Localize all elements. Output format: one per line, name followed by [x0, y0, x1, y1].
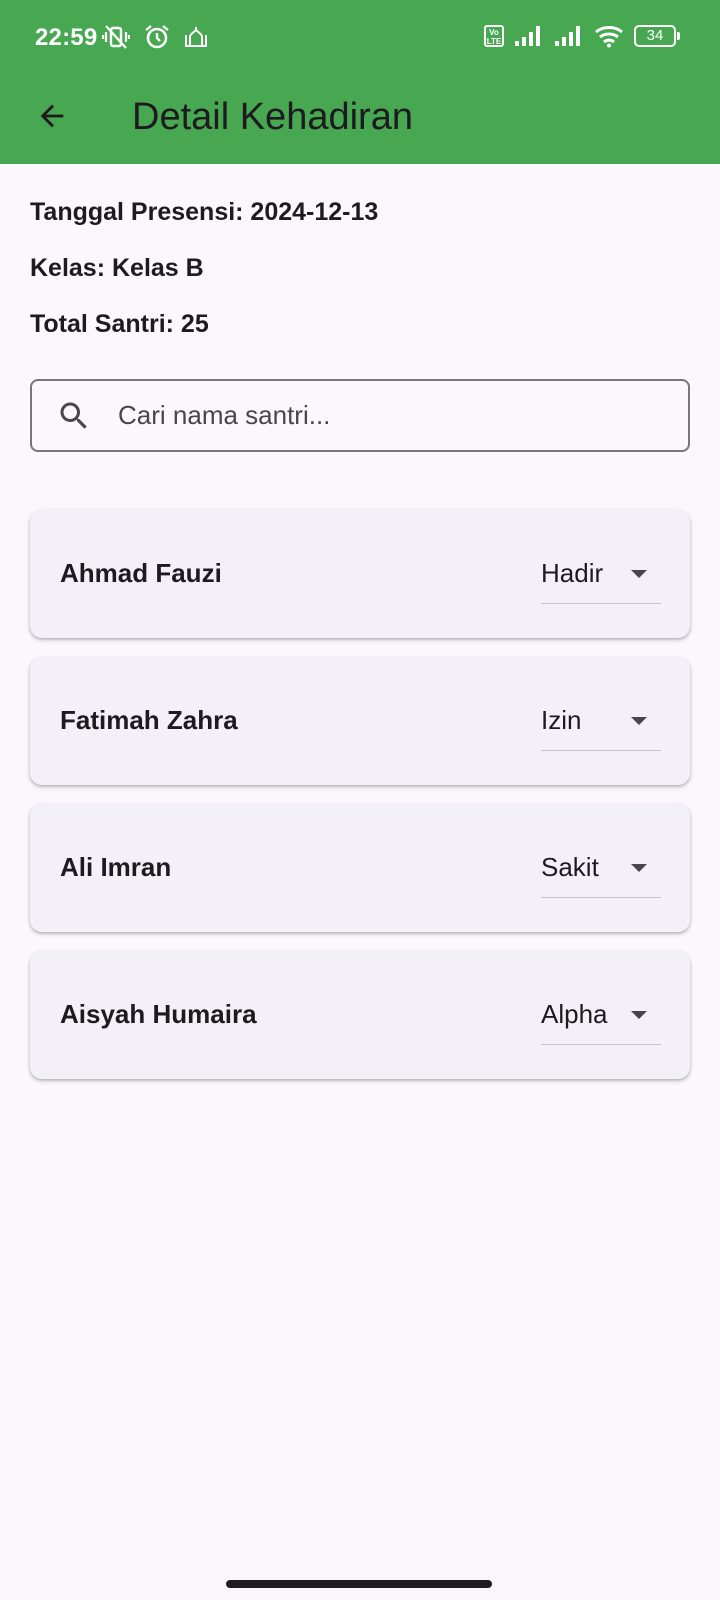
- student-card: Fatimah Zahra Izin: [30, 657, 690, 785]
- student-name: Ali Imran: [60, 852, 172, 882]
- back-button[interactable]: [26, 92, 78, 144]
- mosque-icon: [184, 25, 208, 49]
- status-value: Alpha: [541, 999, 608, 1029]
- signal-icon: [514, 25, 544, 47]
- student-name: Fatimah Zahra: [60, 705, 238, 735]
- dropdown-arrow-icon: [629, 714, 649, 732]
- status-dropdown[interactable]: Sakit: [541, 840, 661, 898]
- signal-icon: [554, 25, 584, 47]
- status-value: Izin: [541, 705, 582, 735]
- search-input[interactable]: [118, 395, 658, 435]
- app-bar: 22:59 Vo LTE 34 Detail Kehadiran: [0, 0, 720, 164]
- toolbar: Detail Kehadiran: [0, 80, 720, 164]
- status-dropdown[interactable]: Alpha: [541, 987, 661, 1045]
- class-name: Kelas: Kelas B: [30, 254, 204, 282]
- home-indicator[interactable]: [226, 1580, 492, 1588]
- attendance-date: Tanggal Presensi: 2024-12-13: [30, 198, 379, 226]
- search-icon: [56, 398, 92, 439]
- student-card: Aisyah Humaira Alpha: [30, 951, 690, 1079]
- status-dropdown[interactable]: Izin: [541, 693, 661, 751]
- status-dropdown[interactable]: Hadir: [541, 546, 661, 604]
- status-value: Sakit: [541, 852, 599, 882]
- search-field[interactable]: [30, 379, 690, 452]
- total-students: Total Santri: 25: [30, 310, 209, 338]
- status-bar: 22:59 Vo LTE 34: [0, 0, 720, 80]
- student-card: Ali Imran Sakit: [30, 804, 690, 932]
- volte-icon: Vo LTE: [484, 25, 504, 47]
- dropdown-arrow-icon: [629, 567, 649, 585]
- battery-icon: 34: [634, 25, 680, 47]
- arrow-back-icon: [35, 99, 69, 138]
- vibrate-off-icon: [102, 24, 130, 50]
- wifi-icon: [594, 24, 624, 48]
- dropdown-arrow-icon: [629, 1008, 649, 1026]
- status-value: Hadir: [541, 558, 604, 588]
- page-title: Detail Kehadiran: [132, 96, 413, 138]
- student-name: Ahmad Fauzi: [60, 558, 222, 588]
- alarm-icon: [144, 24, 170, 50]
- student-name: Aisyah Humaira: [60, 999, 257, 1029]
- student-card: Ahmad Fauzi Hadir: [30, 510, 690, 638]
- status-time: 22:59: [35, 24, 98, 51]
- dropdown-arrow-icon: [629, 861, 649, 879]
